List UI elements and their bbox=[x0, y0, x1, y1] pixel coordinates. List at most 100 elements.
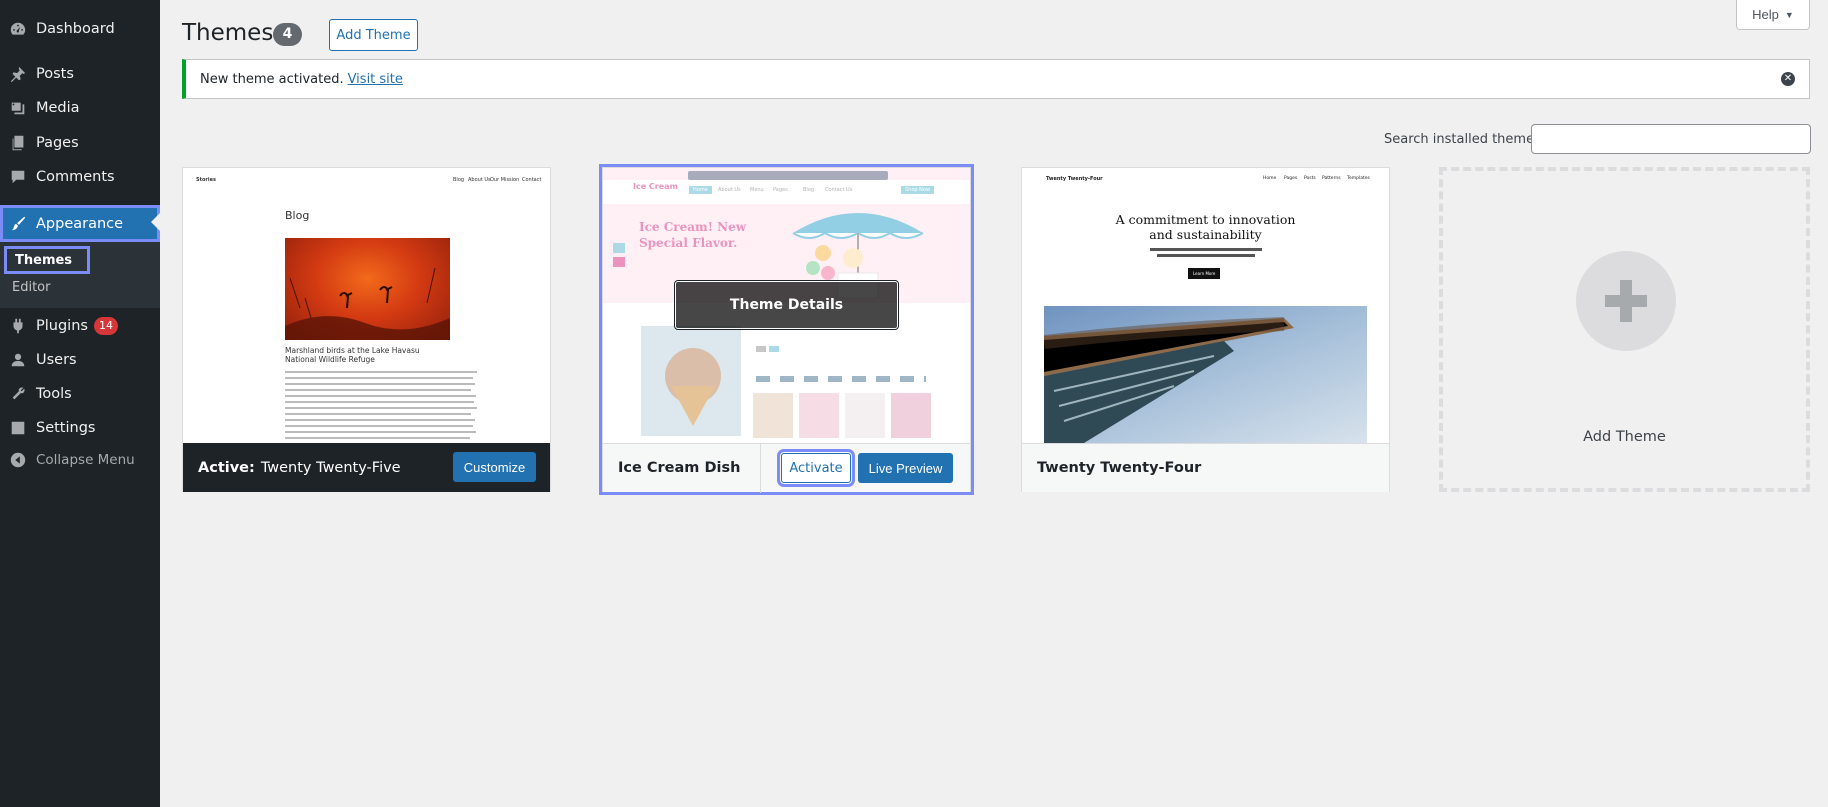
collapse-menu-label: Collapse Menu bbox=[36, 452, 135, 468]
submenu-themes[interactable]: Themes bbox=[4, 246, 90, 274]
menu-users[interactable]: Users bbox=[0, 343, 160, 377]
add-theme-button[interactable]: Add Theme bbox=[329, 19, 418, 51]
menu-dashboard[interactable]: Dashboard bbox=[0, 12, 160, 46]
theme-name: Twenty Twenty-Four bbox=[1037, 460, 1202, 476]
screenshot-heading: Blog bbox=[285, 209, 310, 222]
screenshot-caption: Marshland birds at the Lake Havasu Natio… bbox=[285, 346, 420, 364]
theme-screenshot: Twenty Twenty-Four Home Pages Posts Patt… bbox=[1022, 168, 1389, 443]
activate-button[interactable]: Activate bbox=[777, 449, 855, 487]
text-line bbox=[285, 383, 475, 385]
screenshot-nav-item: Contact bbox=[522, 177, 542, 183]
help-label: Help bbox=[1752, 7, 1779, 22]
active-prefix: Active: bbox=[198, 459, 255, 476]
submenu-editor[interactable]: Editor bbox=[12, 280, 50, 295]
text-line bbox=[285, 413, 471, 415]
screenshot-headline: A commitment to innovation and sustainab… bbox=[1022, 212, 1389, 242]
architecture-photo bbox=[1044, 306, 1367, 443]
text-line bbox=[285, 431, 476, 433]
customize-button[interactable]: Customize bbox=[453, 452, 536, 482]
menu-posts-label: Posts bbox=[36, 66, 74, 82]
menu-plugins[interactable]: Plugins 14 bbox=[0, 309, 160, 343]
menu-dashboard-label: Dashboard bbox=[36, 21, 115, 37]
menu-appearance-label: Appearance bbox=[36, 215, 124, 232]
theme-count-badge: 4 bbox=[273, 23, 302, 46]
pin-icon bbox=[0, 57, 36, 91]
text-line bbox=[285, 377, 473, 379]
menu-tools[interactable]: Tools bbox=[0, 377, 160, 411]
theme-card-active[interactable]: Stories Blog About Us Our Mission Contac… bbox=[182, 167, 551, 492]
headline-line-2: and sustainability bbox=[1149, 227, 1262, 242]
active-theme-name: Twenty Twenty-Five bbox=[260, 459, 401, 476]
dismiss-icon[interactable]: ✕ bbox=[1781, 72, 1795, 86]
menu-posts[interactable]: Posts bbox=[0, 57, 160, 91]
page-title: Themes bbox=[182, 20, 274, 46]
current-menu-arrow bbox=[151, 213, 160, 231]
settings-icon bbox=[0, 411, 36, 445]
divider bbox=[760, 444, 761, 493]
screenshot-nav-item: Pages bbox=[1284, 176, 1298, 181]
text-line bbox=[285, 389, 471, 391]
plugins-update-badge: 14 bbox=[93, 317, 118, 335]
menu-users-label: Users bbox=[36, 352, 77, 368]
text-line bbox=[285, 371, 477, 373]
theme-card-twenty-twenty-four[interactable]: Twenty Twenty-Four Home Pages Posts Patt… bbox=[1021, 167, 1390, 492]
sunset-birds-image bbox=[285, 238, 450, 340]
plugin-icon bbox=[0, 309, 36, 343]
wrench-icon bbox=[0, 377, 36, 411]
appearance-submenu: Themes Editor bbox=[0, 242, 160, 308]
theme-screenshot: Stories Blog About Us Our Mission Contac… bbox=[183, 168, 550, 443]
text-line bbox=[285, 425, 473, 427]
menu-pages[interactable]: Pages bbox=[0, 126, 160, 160]
plus-icon bbox=[1576, 251, 1676, 351]
screenshot-nav-item: Our Mission bbox=[490, 177, 520, 183]
caret-down-icon: ▼ bbox=[1784, 9, 1794, 20]
menu-media-label: Media bbox=[36, 100, 80, 116]
admin-sidebar: Dashboard Posts Media Pages Comments App… bbox=[0, 0, 160, 807]
notice-text: New theme activated. bbox=[200, 71, 344, 87]
screenshot-nav-item: Home bbox=[1263, 176, 1277, 181]
theme-name-bar: Twenty Twenty-Four bbox=[1022, 443, 1389, 492]
live-preview-button[interactable]: Live Preview bbox=[858, 453, 953, 483]
collapse-menu-button[interactable]: Collapse Menu bbox=[0, 443, 160, 477]
theme-card-ice-cream[interactable]: Ice Cream Home About Us Menu Pages Blog … bbox=[599, 164, 974, 495]
screenshot-brand: Twenty Twenty-Four bbox=[1046, 176, 1103, 182]
media-icon bbox=[0, 91, 36, 125]
screenshot-nav-item: Posts bbox=[1304, 176, 1316, 181]
screenshot-nav-item: Patterns bbox=[1322, 176, 1341, 181]
menu-comments-label: Comments bbox=[36, 169, 115, 185]
brush-icon bbox=[0, 207, 36, 241]
menu-pages-label: Pages bbox=[36, 135, 79, 151]
text-line bbox=[1150, 248, 1262, 251]
add-theme-label: Add Theme bbox=[1583, 429, 1666, 445]
screenshot-brand: Stories bbox=[196, 177, 216, 183]
screenshot-nav-item: Templates bbox=[1347, 176, 1370, 181]
menu-comments[interactable]: Comments bbox=[0, 160, 160, 194]
menu-appearance[interactable]: Appearance bbox=[0, 205, 160, 242]
menu-media[interactable]: Media bbox=[0, 91, 160, 125]
text-line bbox=[285, 437, 470, 439]
theme-name-bar: Ice Cream Dish Activate Live Preview bbox=[603, 443, 970, 493]
success-notice: New theme activated. Visit site ✕ bbox=[182, 59, 1810, 99]
dashboard-icon bbox=[0, 12, 36, 46]
theme-details-button[interactable]: Theme Details bbox=[674, 280, 899, 330]
theme-name: Ice Cream Dish bbox=[618, 460, 741, 476]
user-icon bbox=[0, 343, 36, 377]
screenshot-nav-item: About Us bbox=[468, 177, 491, 183]
text-line bbox=[285, 395, 476, 397]
screenshot-cta: Learn More bbox=[1188, 268, 1221, 279]
add-new-theme-card[interactable]: Add Theme bbox=[1439, 167, 1810, 492]
search-label: Search installed themes bbox=[1384, 132, 1541, 147]
screenshot-nav-item: Blog bbox=[453, 177, 465, 183]
help-button[interactable]: Help ▼ bbox=[1736, 0, 1810, 30]
comment-icon bbox=[0, 160, 36, 194]
headline-line-1: A commitment to innovation bbox=[1115, 212, 1296, 227]
text-line bbox=[1157, 254, 1255, 257]
menu-settings[interactable]: Settings bbox=[0, 411, 160, 445]
search-themes-input[interactable] bbox=[1531, 124, 1811, 154]
text-line bbox=[285, 407, 477, 409]
menu-settings-label: Settings bbox=[36, 420, 96, 436]
menu-plugins-label: Plugins bbox=[36, 318, 88, 334]
visit-site-link[interactable]: Visit site bbox=[348, 72, 403, 87]
collapse-icon bbox=[0, 443, 36, 477]
pages-icon bbox=[0, 126, 36, 160]
